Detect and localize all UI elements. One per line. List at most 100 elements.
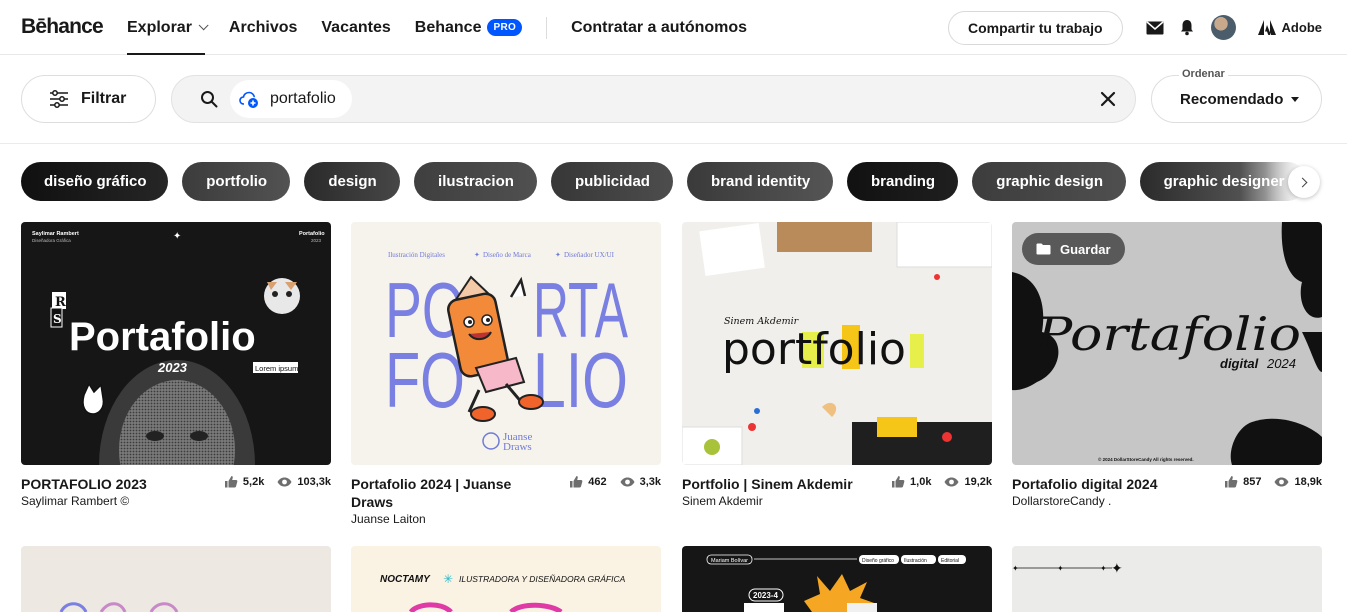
svg-text:✦: ✦ — [555, 251, 561, 259]
thumb-name: Mariam Bolívar — [711, 558, 748, 564]
tag-chip[interactable]: design — [304, 162, 401, 201]
project-author[interactable]: Juanse Laiton — [351, 512, 661, 526]
views-count: 103,3k — [297, 475, 331, 488]
related-tags: diseño gráfico portfolio design ilustrac… — [21, 162, 1321, 202]
search-bar[interactable]: portafolio — [171, 75, 1136, 123]
tag-label: portfolio — [206, 173, 268, 190]
tag-label: ilustracion — [438, 173, 514, 190]
behance-logo[interactable]: Bēhance — [21, 15, 104, 39]
divider — [0, 143, 1347, 144]
project-thumbnail[interactable]: Sinem Akdemir portfolio — [682, 222, 992, 465]
tag-chip[interactable]: portfolio — [182, 162, 291, 201]
likes-count: 462 — [588, 475, 607, 488]
eye-icon — [277, 477, 292, 486]
sliders-icon — [50, 90, 68, 108]
tag-chip[interactable]: branding — [846, 162, 959, 201]
nav-assets[interactable]: Archivos — [229, 0, 297, 55]
nav-explore[interactable]: Explorar — [127, 0, 209, 55]
thumb-line-1: Ilustración Digitales — [388, 251, 445, 259]
likes-stat: 857 — [1224, 475, 1261, 488]
search-icon — [201, 91, 218, 108]
mail-icon[interactable] — [1145, 18, 1165, 38]
thumb-fo: FO — [385, 336, 465, 424]
svg-text:S: S — [53, 312, 62, 326]
eye-icon — [1274, 477, 1289, 486]
project-thumbnail[interactable]: Portafolio digital 2024 © 2024 DollarSto… — [1012, 222, 1322, 465]
project-title[interactable]: PORTAFOLIO 2023 — [21, 475, 221, 493]
thumb-line-2: Diseño de Marca — [483, 251, 532, 259]
sort-dropdown[interactable]: Recomendado — [1151, 75, 1322, 123]
likes-count: 1,0k — [910, 475, 932, 488]
tag-chip[interactable]: diseño gráfico — [21, 162, 169, 201]
thumb-sub-b: 2024 — [1266, 356, 1296, 371]
tag-chip[interactable]: ilustracion — [414, 162, 537, 201]
project-card[interactable]: Portafolio digital 2024 © 2024 DollarSto… — [1012, 222, 1322, 508]
tag-label: diseño gráfico — [44, 173, 147, 190]
tag-label: branding — [870, 173, 936, 190]
project-title[interactable]: Portafolio digital 2024 — [1012, 475, 1212, 493]
project-author[interactable]: Saylimar Rambert © — [21, 494, 331, 508]
project-card[interactable]: Sinem Akdemir portfolio Portfolio | Sine… — [682, 222, 992, 508]
cloud-search-icon — [239, 91, 258, 108]
save-label: Guardar — [1060, 241, 1111, 257]
likes-stat: 462 — [569, 475, 607, 488]
thumb-brand-2: Draws — [503, 441, 532, 453]
chevron-right-icon — [1297, 177, 1308, 187]
likes-count: 5,2k — [242, 475, 265, 488]
tag-chip[interactable]: graphic design — [972, 162, 1126, 201]
header-actions: Compartir tu trabajo Adobe — [947, 0, 1322, 55]
thumb-big-text: Portafolio — [69, 315, 256, 359]
nav-behance-pro[interactable]: Behance PRO — [414, 0, 523, 55]
sort-label: Ordenar — [1179, 68, 1228, 80]
nav-jobs[interactable]: Vacantes — [321, 0, 390, 55]
likes-stat: 1,0k — [891, 475, 931, 488]
project-author[interactable]: Sinem Akdemir — [682, 494, 992, 508]
thumb-top-right-year: 2023 — [311, 238, 322, 243]
project-thumbnail[interactable]: Mariam Bolívar Diseño gráfico Ilustració… — [682, 546, 992, 612]
nav-jobs-label: Vacantes — [321, 18, 391, 36]
views-stat: 103,3k — [277, 476, 331, 488]
project-stats: 1,0k 19,2k — [878, 475, 992, 488]
project-stats: 857 18,9k — [1211, 475, 1322, 488]
svg-text:✦: ✦ — [1012, 564, 1019, 573]
filter-button[interactable]: Filtrar — [21, 75, 156, 123]
chevron-down-icon — [198, 20, 209, 31]
project-card[interactable]: Ilustración Digitales ✦ Diseño de Marca … — [351, 222, 661, 526]
share-work-button[interactable]: Compartir tu trabajo — [947, 10, 1123, 45]
save-button[interactable]: Guardar — [1022, 233, 1125, 265]
nav-divider — [546, 16, 548, 39]
close-icon[interactable] — [1099, 90, 1117, 108]
tags-next-button[interactable] — [1288, 166, 1320, 198]
views-stat: 19,2k — [944, 476, 992, 488]
thumb-name: Saylimar Rambert — [32, 231, 79, 237]
thumb-sub-a: digital — [1220, 356, 1259, 371]
adobe-label: Adobe — [1281, 20, 1322, 35]
views-count: 3,3k — [639, 475, 661, 488]
likes-stat: 5,2k — [224, 475, 264, 488]
project-author[interactable]: DollarstoreCandy . — [1012, 494, 1322, 508]
top-header: Bēhance Explorar Archivos Vacantes Behan… — [0, 0, 1347, 55]
project-thumbnail[interactable]: NOCTAMY ✳ ILUSTRADORA Y DISEÑADORA GRÁFI… — [351, 546, 661, 612]
search-query-chip[interactable]: portafolio — [230, 80, 352, 118]
user-avatar[interactable] — [1210, 15, 1236, 40]
views-stat: 18,9k — [1274, 476, 1322, 488]
thumb-line-3: Diseñador UX/UI — [564, 251, 615, 259]
project-title[interactable]: Portafolio 2024 | Juanse Draws — [351, 475, 551, 511]
project-thumbnail[interactable]: Ilustración Digitales ✦ Diseño de Marca … — [351, 222, 661, 465]
filter-label: Filtrar — [81, 90, 127, 107]
project-title[interactable]: Portfolio | Sinem Akdemir — [682, 475, 882, 493]
thumb-tag-3: Editorial — [941, 558, 959, 564]
search-query-text: portafolio — [270, 90, 336, 107]
project-card[interactable]: Saylimar Rambert Diseñadora Gráfica Port… — [21, 222, 331, 508]
adobe-link[interactable]: Adobe — [1257, 20, 1322, 35]
project-thumbnail[interactable]: ✦ ✦ ✦ ✦ — [1012, 546, 1322, 612]
tag-chip[interactable]: brand identity — [687, 162, 833, 201]
nav-behance-label: Behance — [414, 18, 482, 36]
project-thumbnail[interactable] — [21, 546, 331, 612]
thumb-big-text: Portafolio — [1035, 307, 1301, 361]
thumbs-up-icon — [1225, 476, 1238, 488]
bell-icon[interactable] — [1177, 18, 1197, 38]
project-thumbnail[interactable]: Saylimar Rambert Diseñadora Gráfica Port… — [21, 222, 331, 465]
tag-chip[interactable]: publicidad — [550, 162, 674, 201]
nav-hire-freelancers[interactable]: Contratar a autónomos — [571, 0, 747, 55]
